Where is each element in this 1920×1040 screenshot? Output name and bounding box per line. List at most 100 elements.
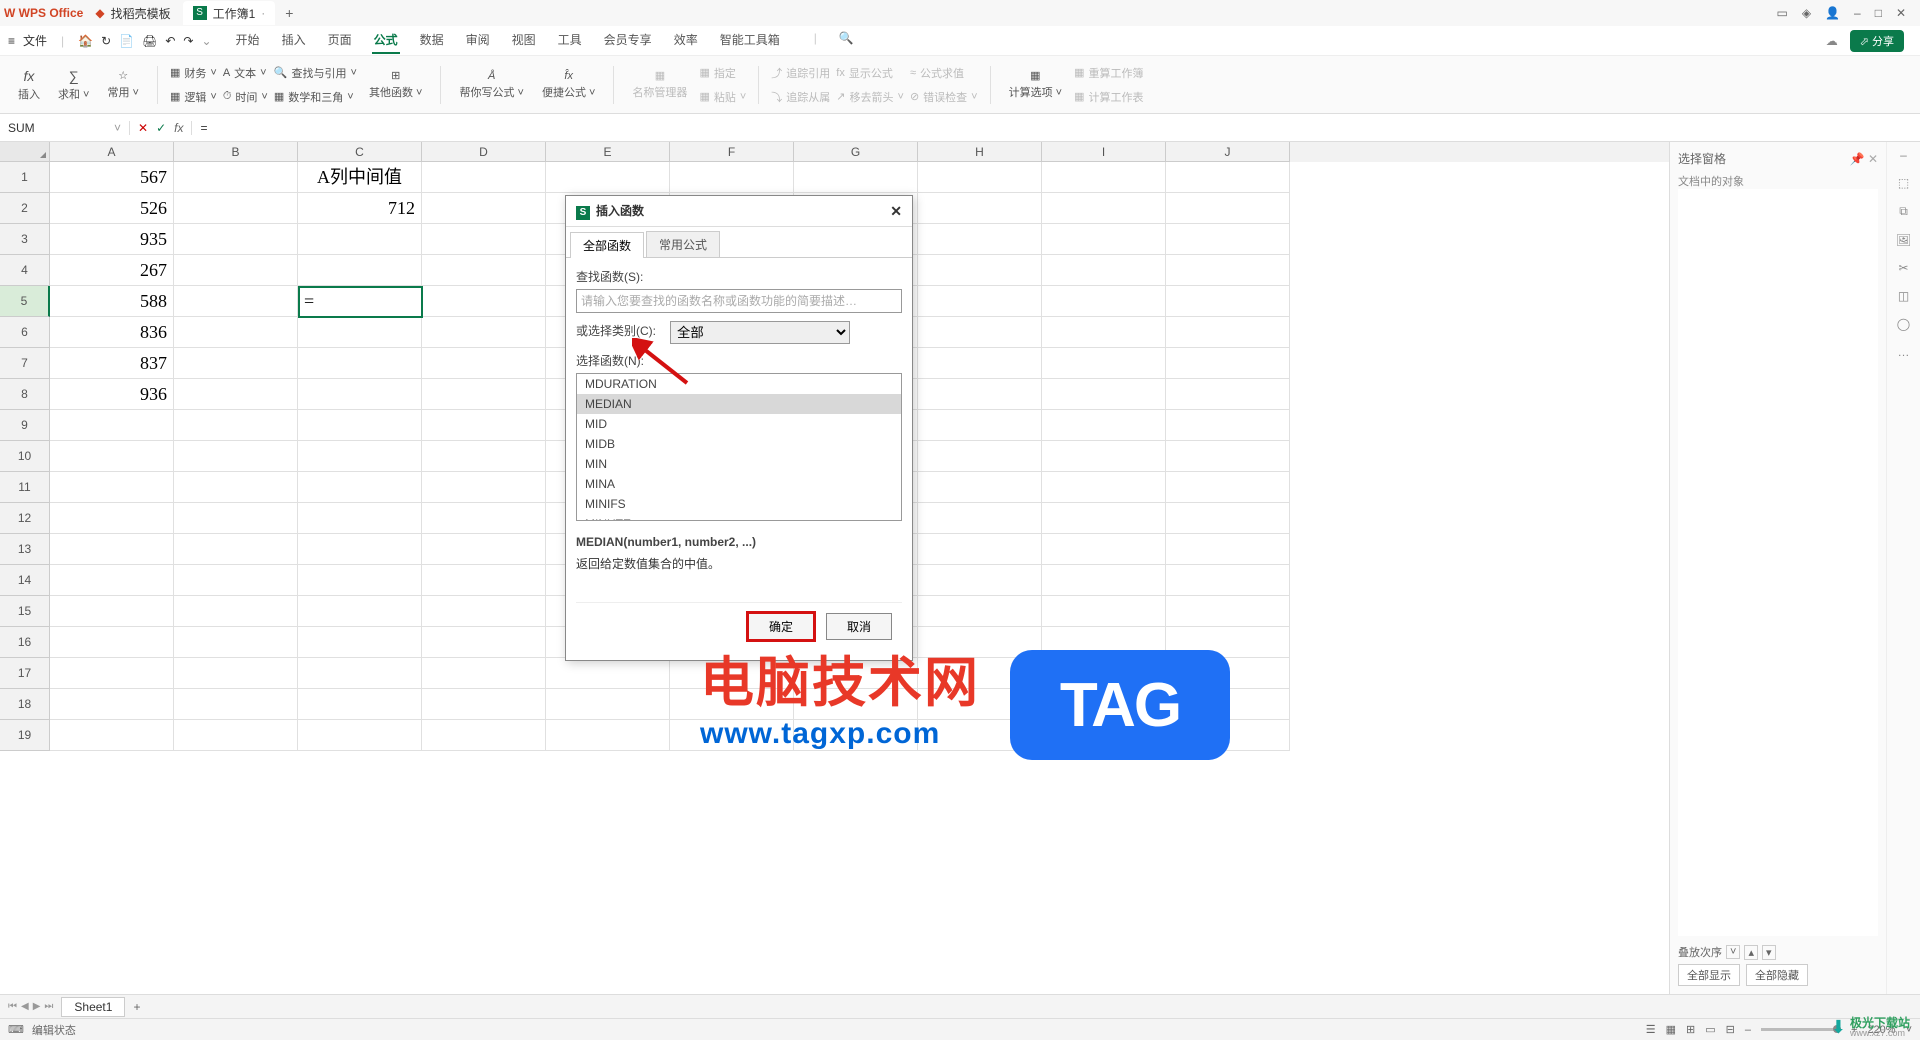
sheet-next-icon[interactable]: ▶: [33, 1001, 41, 1012]
home-icon[interactable]: 🏠: [78, 34, 93, 48]
ribbon-time[interactable]: ⏱ 时间 ˅: [223, 87, 268, 107]
cell[interactable]: [1166, 534, 1290, 565]
cell[interactable]: [422, 658, 546, 689]
row-header[interactable]: 12: [0, 503, 50, 534]
cell[interactable]: [1042, 503, 1166, 534]
cell[interactable]: [1042, 379, 1166, 410]
cell[interactable]: [670, 720, 794, 751]
cell[interactable]: [1166, 410, 1290, 441]
cell[interactable]: [50, 565, 174, 596]
cell[interactable]: [1042, 596, 1166, 627]
add-sheet-button[interactable]: +: [133, 1000, 140, 1014]
minimize-icon[interactable]: –: [1900, 148, 1907, 162]
cell[interactable]: [174, 503, 298, 534]
cell[interactable]: [1042, 410, 1166, 441]
cell[interactable]: [546, 162, 670, 193]
cell[interactable]: [174, 720, 298, 751]
col-header[interactable]: D: [422, 142, 546, 162]
cell[interactable]: [422, 193, 546, 224]
cell[interactable]: [298, 410, 422, 441]
name-box[interactable]: SUM ˅: [0, 121, 130, 135]
cell[interactable]: [298, 534, 422, 565]
cell[interactable]: [546, 658, 670, 689]
cell[interactable]: [1166, 565, 1290, 596]
ribbon-math[interactable]: ▦ 数学和三角 ˅: [274, 87, 357, 107]
col-header[interactable]: F: [670, 142, 794, 162]
cell[interactable]: [794, 658, 918, 689]
function-item[interactable]: MIN: [577, 454, 901, 474]
zoom-dropdown-icon[interactable]: ˅: [1906, 1024, 1912, 1036]
cell[interactable]: [174, 565, 298, 596]
cell[interactable]: 567: [50, 162, 174, 193]
cell[interactable]: 936: [50, 379, 174, 410]
cell[interactable]: [422, 286, 546, 317]
cell[interactable]: [1166, 689, 1290, 720]
category-select[interactable]: 全部: [670, 321, 850, 344]
cell[interactable]: [298, 472, 422, 503]
ribbon-calc-options[interactable]: ▦计算选项 ˅: [1003, 69, 1068, 100]
ribbon-lookup[interactable]: 🔍 查找与引用 ˅: [274, 63, 357, 83]
view-page-icon[interactable]: ▭: [1705, 1023, 1715, 1036]
cell[interactable]: [298, 689, 422, 720]
cell[interactable]: [50, 720, 174, 751]
dialog-tab-common[interactable]: 常用公式: [646, 231, 720, 257]
cell[interactable]: [1042, 627, 1166, 658]
move-down-icon[interactable]: ▾: [1762, 945, 1776, 960]
cell[interactable]: [174, 317, 298, 348]
cell[interactable]: [918, 720, 1042, 751]
layers-icon[interactable]: ⧉: [1899, 204, 1908, 219]
col-header[interactable]: B: [174, 142, 298, 162]
theme-icon[interactable]: ◈: [1802, 6, 1811, 20]
cell[interactable]: [174, 689, 298, 720]
cell[interactable]: [670, 658, 794, 689]
tab-data[interactable]: 数据: [418, 27, 446, 54]
tab-review[interactable]: 审阅: [464, 27, 492, 54]
cell[interactable]: [1166, 317, 1290, 348]
cell[interactable]: 836: [50, 317, 174, 348]
cell[interactable]: [50, 627, 174, 658]
row-header[interactable]: 7: [0, 348, 50, 379]
maximize-button[interactable]: □: [1875, 6, 1882, 20]
ribbon-sum[interactable]: ∑求和 ˅: [52, 68, 95, 102]
ribbon-common[interactable]: ☆常用 ˅: [101, 69, 144, 100]
image-icon[interactable]: 🖼: [1896, 233, 1911, 247]
cell[interactable]: [546, 720, 670, 751]
tab-smart[interactable]: 智能工具箱: [718, 27, 782, 54]
cell[interactable]: 837: [50, 348, 174, 379]
view-break-icon[interactable]: ⊟: [1726, 1023, 1735, 1036]
cell[interactable]: [1166, 224, 1290, 255]
cell[interactable]: [1166, 720, 1290, 751]
layout-icon[interactable]: ▭: [1776, 6, 1787, 20]
cell[interactable]: [298, 255, 422, 286]
file-menu[interactable]: 文件: [23, 32, 47, 49]
row-header[interactable]: 16: [0, 627, 50, 658]
row-header[interactable]: 5: [0, 286, 50, 317]
select-all-corner[interactable]: [0, 142, 50, 162]
cell[interactable]: [298, 720, 422, 751]
cell[interactable]: [298, 441, 422, 472]
cell[interactable]: [918, 689, 1042, 720]
move-up-icon[interactable]: ▴: [1744, 945, 1758, 960]
tab-formula[interactable]: 公式: [372, 27, 400, 54]
cell[interactable]: [298, 565, 422, 596]
more-icon[interactable]: ⌄: [201, 34, 211, 48]
cell[interactable]: 935: [50, 224, 174, 255]
cell[interactable]: [918, 503, 1042, 534]
cell[interactable]: [422, 224, 546, 255]
cell[interactable]: [298, 503, 422, 534]
cell[interactable]: [918, 317, 1042, 348]
cancel-formula-icon[interactable]: ✕: [138, 121, 148, 135]
cell[interactable]: [174, 255, 298, 286]
hamburger-icon[interactable]: ≡: [8, 34, 15, 48]
cell[interactable]: [422, 317, 546, 348]
refresh-icon[interactable]: ↻: [101, 34, 111, 48]
row-header[interactable]: 11: [0, 472, 50, 503]
cell[interactable]: [1166, 472, 1290, 503]
cell[interactable]: [1042, 348, 1166, 379]
ribbon-fx[interactable]: fx插入: [12, 68, 46, 102]
cell[interactable]: [1042, 565, 1166, 596]
cell[interactable]: [1042, 658, 1166, 689]
cell[interactable]: [1166, 658, 1290, 689]
cell[interactable]: [1042, 162, 1166, 193]
cell[interactable]: [918, 379, 1042, 410]
